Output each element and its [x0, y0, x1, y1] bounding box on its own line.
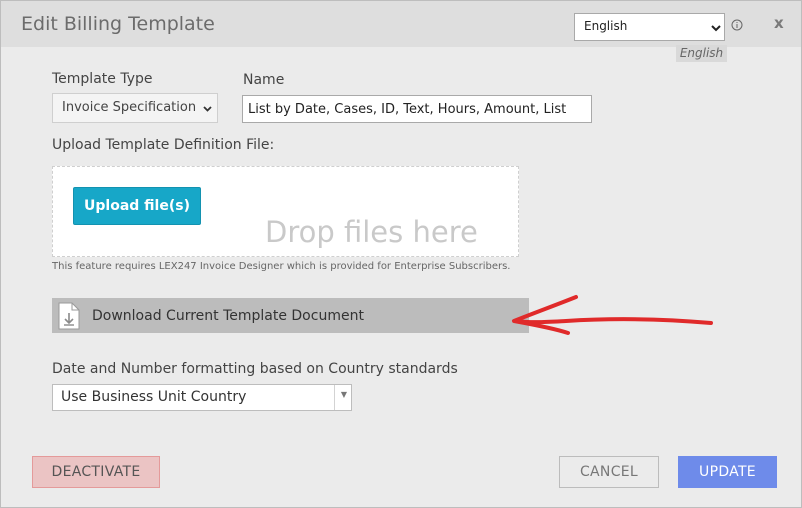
name-label: Name: [243, 72, 285, 88]
file-dropzone[interactable]: Upload file(s) Drop files here: [52, 166, 519, 257]
close-icon[interactable]: x: [774, 14, 784, 32]
chevron-down-icon: [203, 106, 212, 112]
template-type-select[interactable]: Invoice Specification: [52, 93, 218, 123]
caret-down-icon: ▼: [340, 390, 347, 399]
deactivate-button[interactable]: DEACTIVATE: [32, 456, 160, 488]
update-button[interactable]: UPDATE: [678, 456, 777, 488]
dialog-titlebar: Edit Billing Template English x: [1, 1, 801, 47]
upload-files-button[interactable]: Upload file(s): [73, 187, 201, 225]
template-type-value: Invoice Specification: [62, 100, 197, 115]
feature-note: This feature requires LEX247 Invoice Des…: [52, 261, 511, 272]
download-template-label: Download Current Template Document: [92, 308, 364, 324]
country-format-select[interactable]: Use Business Unit Country ▼: [52, 384, 352, 411]
template-type-label: Template Type: [52, 71, 153, 87]
dialog-title: Edit Billing Template: [21, 13, 215, 35]
upload-label: Upload Template Definition File:: [52, 137, 275, 153]
language-select-value: English: [584, 19, 628, 33]
country-format-value: Use Business Unit Country: [61, 389, 247, 405]
select-divider: [334, 385, 335, 410]
info-icon[interactable]: [731, 19, 743, 31]
name-input[interactable]: List by Date, Cases, ID, Text, Hours, Am…: [242, 95, 592, 123]
language-select[interactable]: English: [574, 13, 725, 41]
red-arrow-annotation: [512, 295, 713, 335]
format-label: Date and Number formatting based on Coun…: [52, 361, 458, 377]
document-download-icon: [58, 302, 80, 330]
drop-files-text: Drop files here: [265, 215, 478, 249]
chevron-down-icon: [711, 25, 721, 32]
cancel-button[interactable]: CANCEL: [559, 456, 659, 488]
language-badge: English: [676, 45, 727, 62]
edit-billing-template-dialog: Edit Billing Template English x English …: [0, 0, 802, 508]
download-template-button[interactable]: Download Current Template Document: [52, 298, 529, 333]
